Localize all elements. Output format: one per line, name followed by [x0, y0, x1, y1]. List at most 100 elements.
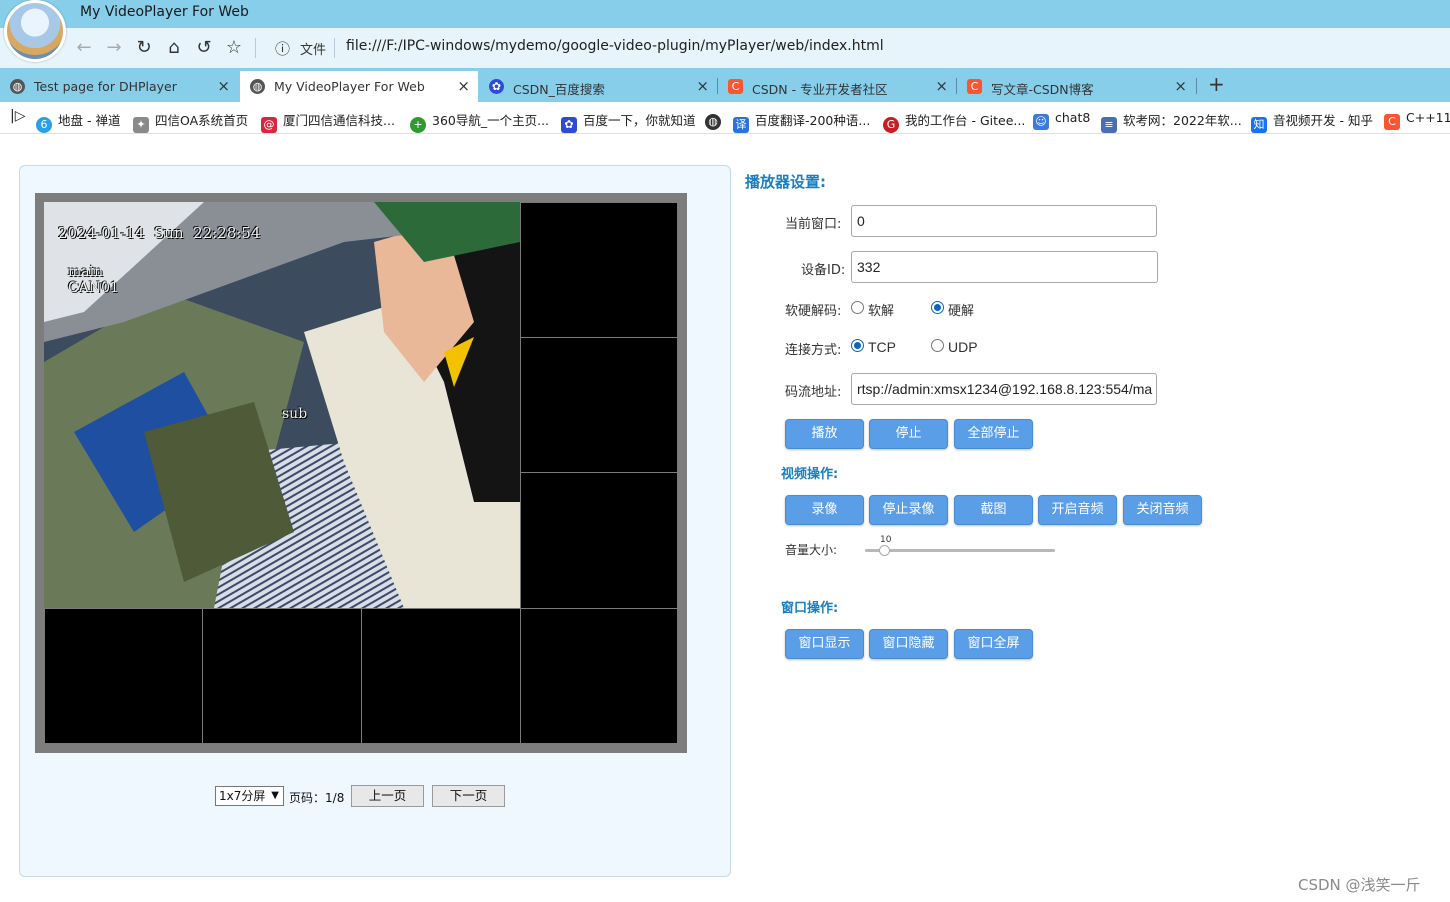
video-window-5[interactable] — [44, 608, 203, 744]
tab-csdn-write[interactable]: C 写文章-CSDN博客 × — [957, 71, 1195, 102]
reload-icon[interactable]: ↻ — [132, 36, 156, 60]
decode-soft-radio[interactable] — [851, 301, 864, 314]
close-icon[interactable]: × — [935, 77, 948, 95]
bookmark-oa[interactable]: ✦ 四信OA系统首页 — [133, 110, 248, 133]
close-icon[interactable]: × — [217, 77, 230, 95]
volume-slider[interactable] — [865, 549, 1055, 552]
video-window-3[interactable] — [520, 337, 678, 473]
video-window-6[interactable] — [202, 608, 362, 744]
stream-url-label: 码流地址: — [785, 385, 842, 400]
window-fullscreen-button[interactable]: 窗口全屏 — [954, 629, 1033, 659]
device-id-input[interactable]: 332 — [851, 251, 1158, 283]
decode-hard-radio[interactable] — [931, 301, 944, 314]
play-button[interactable]: 播放 — [785, 419, 864, 449]
window-hide-button[interactable]: 窗口隐藏 — [869, 629, 948, 659]
sidebar-toggle-icon[interactable]: |▷ — [10, 108, 25, 124]
profile-avatar[interactable] — [4, 0, 66, 62]
bookmark-zentao[interactable]: 6 地盘 - 禅道 — [36, 110, 120, 133]
audio-off-button[interactable]: 关闭音频 — [1123, 495, 1202, 525]
connection-label: 连接方式: — [785, 343, 842, 358]
page-label: 页码： — [289, 791, 326, 805]
bookmark-chat8[interactable]: ☺ chat8 — [1033, 110, 1090, 130]
conn-udp-radio[interactable] — [931, 339, 944, 352]
gitee-icon: G — [883, 117, 899, 133]
close-icon[interactable]: × — [457, 77, 470, 95]
forward-icon[interactable]: → — [102, 36, 126, 60]
new-tab-icon[interactable]: + — [1208, 72, 1225, 96]
zentao-icon: 6 — [36, 117, 52, 133]
next-page-button[interactable]: 下一页 — [432, 785, 505, 807]
window-ops-title: 窗口操作: — [781, 601, 839, 616]
bookmark-gitee[interactable]: G 我的工作台 - Gitee... — [883, 110, 1025, 133]
info-icon[interactable]: ⓘ — [275, 38, 290, 59]
bookmark-fanyi[interactable]: 译百度翻译-200种语... — [733, 110, 870, 133]
record-button[interactable]: 录像 — [785, 495, 864, 525]
address-divider — [334, 38, 335, 58]
watermark: CSDN @浅笑一斤 — [1298, 876, 1421, 894]
prev-page-button[interactable]: 上一页 — [351, 785, 424, 807]
tab-csdn-community[interactable]: C CSDN - 专业开发者社区 × — [718, 71, 956, 102]
split-mode-select[interactable]: 1x7分屏 ▼ — [215, 786, 284, 806]
bookmark-zhihu[interactable]: 知音视频开发 - 知乎 — [1251, 110, 1373, 133]
browser-toolbar: ← → ↻ ⌂ ↺ ☆ ⓘ 文件 file:///F:/IPC-windows/… — [0, 28, 1450, 68]
tab-divider — [1196, 78, 1197, 94]
home-icon[interactable]: ⌂ — [162, 36, 186, 60]
stop-record-button[interactable]: 停止录像 — [869, 495, 948, 525]
window-title: My VideoPlayer For Web — [80, 4, 249, 20]
audio-on-button[interactable]: 开启音频 — [1038, 495, 1117, 525]
player-settings-title: 播放器设置: — [745, 173, 826, 191]
window-show-button[interactable]: 窗口显示 — [785, 629, 864, 659]
conn-udp-label: UDP — [948, 339, 978, 355]
video-window-2[interactable] — [520, 202, 678, 338]
osd-sub-label: sub — [282, 406, 308, 422]
close-icon[interactable]: × — [696, 77, 709, 95]
tab-test-page[interactable]: ◍ Test page for DHPlayer × — [0, 71, 238, 102]
zhihu-icon: 知 — [1251, 117, 1267, 133]
address-bar[interactable]: file:///F:/IPC-windows/mydemo/google-vid… — [346, 38, 884, 54]
bookmark-label: 厦门四信通信科技... — [283, 113, 395, 128]
window-input[interactable]: 0 — [851, 205, 1157, 237]
close-icon[interactable]: × — [1174, 77, 1187, 95]
page-value: 1/8 — [325, 791, 345, 805]
stop-button[interactable]: 停止 — [869, 419, 948, 449]
bookmark-label: 百度翻译-200种语... — [755, 113, 871, 128]
bookmark-cpp11[interactable]: C C++11 — [1384, 110, 1450, 130]
bookmark-label: C++11 — [1406, 110, 1450, 125]
video-ops-title: 视频操作: — [781, 467, 839, 482]
globe-icon: ◍ — [705, 114, 721, 130]
bookmark-ruankao[interactable]: ≡ 软考网：2022年软... — [1101, 110, 1242, 133]
rk-icon: ≡ — [1101, 117, 1117, 133]
bookmark-globe[interactable]: ◍ — [705, 110, 727, 130]
title-bar: My VideoPlayer For Web — [0, 0, 1450, 28]
stream-url-input[interactable]: rtsp://admin:xmsx1234@192.168.8.123:554/… — [851, 373, 1157, 405]
tab-my-videoplayer[interactable]: ◍ My VideoPlayer For Web × — [240, 71, 478, 102]
star-icon[interactable]: ☆ — [222, 36, 246, 60]
globe-icon: ◍ — [250, 79, 265, 94]
device-id-label: 设备ID: — [801, 263, 846, 278]
bookmark-label: 地盘 - 禅道 — [58, 113, 121, 128]
undo-icon[interactable]: ↺ — [192, 36, 216, 60]
bookmark-baidu[interactable]: ✿ 百度一下，你就知道 — [561, 110, 696, 133]
osd-stream-name: main CAN01 — [68, 264, 119, 296]
bookmark-xiamen[interactable]: @ 厦门四信通信科技... — [261, 110, 395, 133]
conn-tcp-radio[interactable] — [851, 339, 864, 352]
csdn-icon: C — [728, 79, 743, 94]
video-window-4[interactable] — [520, 472, 678, 609]
decode-label: 软硬解码: — [785, 304, 842, 319]
chat-icon: ☺ — [1033, 114, 1049, 130]
tab-label: CSDN - 专业开发者社区 — [752, 82, 888, 97]
tab-label: 写文章-CSDN博客 — [991, 82, 1094, 97]
stop-all-button[interactable]: 全部停止 — [954, 419, 1033, 449]
360-icon: + — [410, 117, 426, 133]
back-icon[interactable]: ← — [72, 36, 96, 60]
volume-slider-thumb[interactable] — [878, 545, 890, 556]
chevron-down-icon: ▼ — [271, 790, 279, 801]
bookmark-360[interactable]: +360导航_一个主页... — [410, 110, 549, 133]
mail-icon: @ — [261, 117, 277, 133]
tab-baidu-search[interactable]: ✿ CSDN_百度搜索 × — [479, 71, 717, 102]
video-window-7[interactable] — [361, 608, 521, 744]
video-window-main[interactable]: 2024-01-14 Sun 22:28:54 main CAN01 sub — [44, 202, 520, 608]
snapshot-button[interactable]: 截图 — [954, 495, 1033, 525]
video-window-8[interactable] — [520, 608, 678, 744]
page-indicator: 页码：1/8 — [289, 789, 344, 806]
